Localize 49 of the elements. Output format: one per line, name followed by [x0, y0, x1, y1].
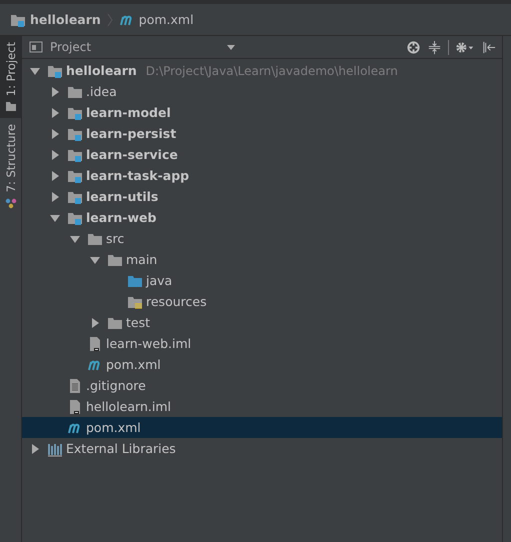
locate-icon[interactable]: [406, 40, 421, 54]
tree-item[interactable]: .idea: [22, 81, 502, 102]
text-file-icon: [67, 378, 83, 394]
collapsed-arrow-icon[interactable]: [50, 108, 60, 118]
tool-window-tab[interactable]: 7: Structure: [0, 118, 21, 215]
gear-icon[interactable]: [455, 40, 475, 54]
tree-item[interactable]: .gitignore: [22, 375, 502, 396]
path-text: D:\Project\Java\Learn\javademo\hellolearn: [146, 64, 398, 78]
tree-item[interactable]: learn-task-app: [22, 165, 502, 186]
panel-icon: [28, 39, 44, 55]
expanded-arrow-icon[interactable]: [70, 234, 80, 244]
collapse-icon[interactable]: [427, 40, 442, 54]
collapsed-arrow-icon[interactable]: [90, 318, 100, 328]
tree-item[interactable]: External Libraries: [22, 438, 502, 459]
hide-icon[interactable]: [481, 40, 496, 54]
collapsed-arrow-icon[interactable]: [50, 86, 60, 96]
tree-item[interactable]: main: [22, 249, 502, 270]
collapsed-arrow-icon[interactable]: [50, 128, 60, 138]
breadcrumb-item[interactable]: pom.xml: [138, 12, 194, 27]
collapsed-arrow-icon[interactable]: [50, 192, 60, 202]
folder-icon: [4, 100, 16, 112]
tree-item[interactable]: learn-service: [22, 144, 502, 165]
tree-item[interactable]: test: [22, 312, 502, 333]
structure-icon: [4, 196, 16, 209]
tree-item[interactable]: learn-persist: [22, 123, 502, 144]
expanded-arrow-icon[interactable]: [90, 254, 100, 264]
caret-icon[interactable]: [227, 44, 236, 50]
tree-item[interactable]: learn-utils: [22, 186, 502, 207]
collapsed-arrow-icon[interactable]: [30, 444, 40, 454]
tree-item[interactable]: pom.xml: [22, 354, 502, 375]
tree-item[interactable]: pom.xml: [22, 417, 502, 438]
tree-item[interactable]: hellolearn D:\Project\Java\Learn\javademo\hellolearn: [22, 60, 502, 81]
file-icon: [87, 336, 103, 352]
expanded-arrow-icon[interactable]: [50, 212, 60, 222]
tool-window-tab[interactable]: 1: Project: [0, 36, 21, 118]
breadcrumb-item[interactable]: hellolearn: [30, 12, 101, 27]
tree-item[interactable]: resources: [22, 291, 502, 312]
tree-item[interactable]: learn-web: [22, 207, 502, 228]
tree-item[interactable]: learn-model: [22, 102, 502, 123]
view-selector[interactable]: Project: [50, 40, 92, 54]
tree-item[interactable]: hellolearn.iml: [22, 396, 502, 417]
collapsed-arrow-icon[interactable]: [50, 150, 60, 160]
chevron-icon: [106, 12, 113, 28]
collapsed-arrow-icon[interactable]: [50, 170, 60, 180]
file-icon: [67, 398, 83, 414]
expanded-arrow-icon[interactable]: [30, 66, 40, 76]
tree-item[interactable]: src: [22, 228, 502, 249]
tree-item[interactable]: java: [22, 270, 502, 291]
tree-item[interactable]: learn-web.iml: [22, 333, 502, 354]
